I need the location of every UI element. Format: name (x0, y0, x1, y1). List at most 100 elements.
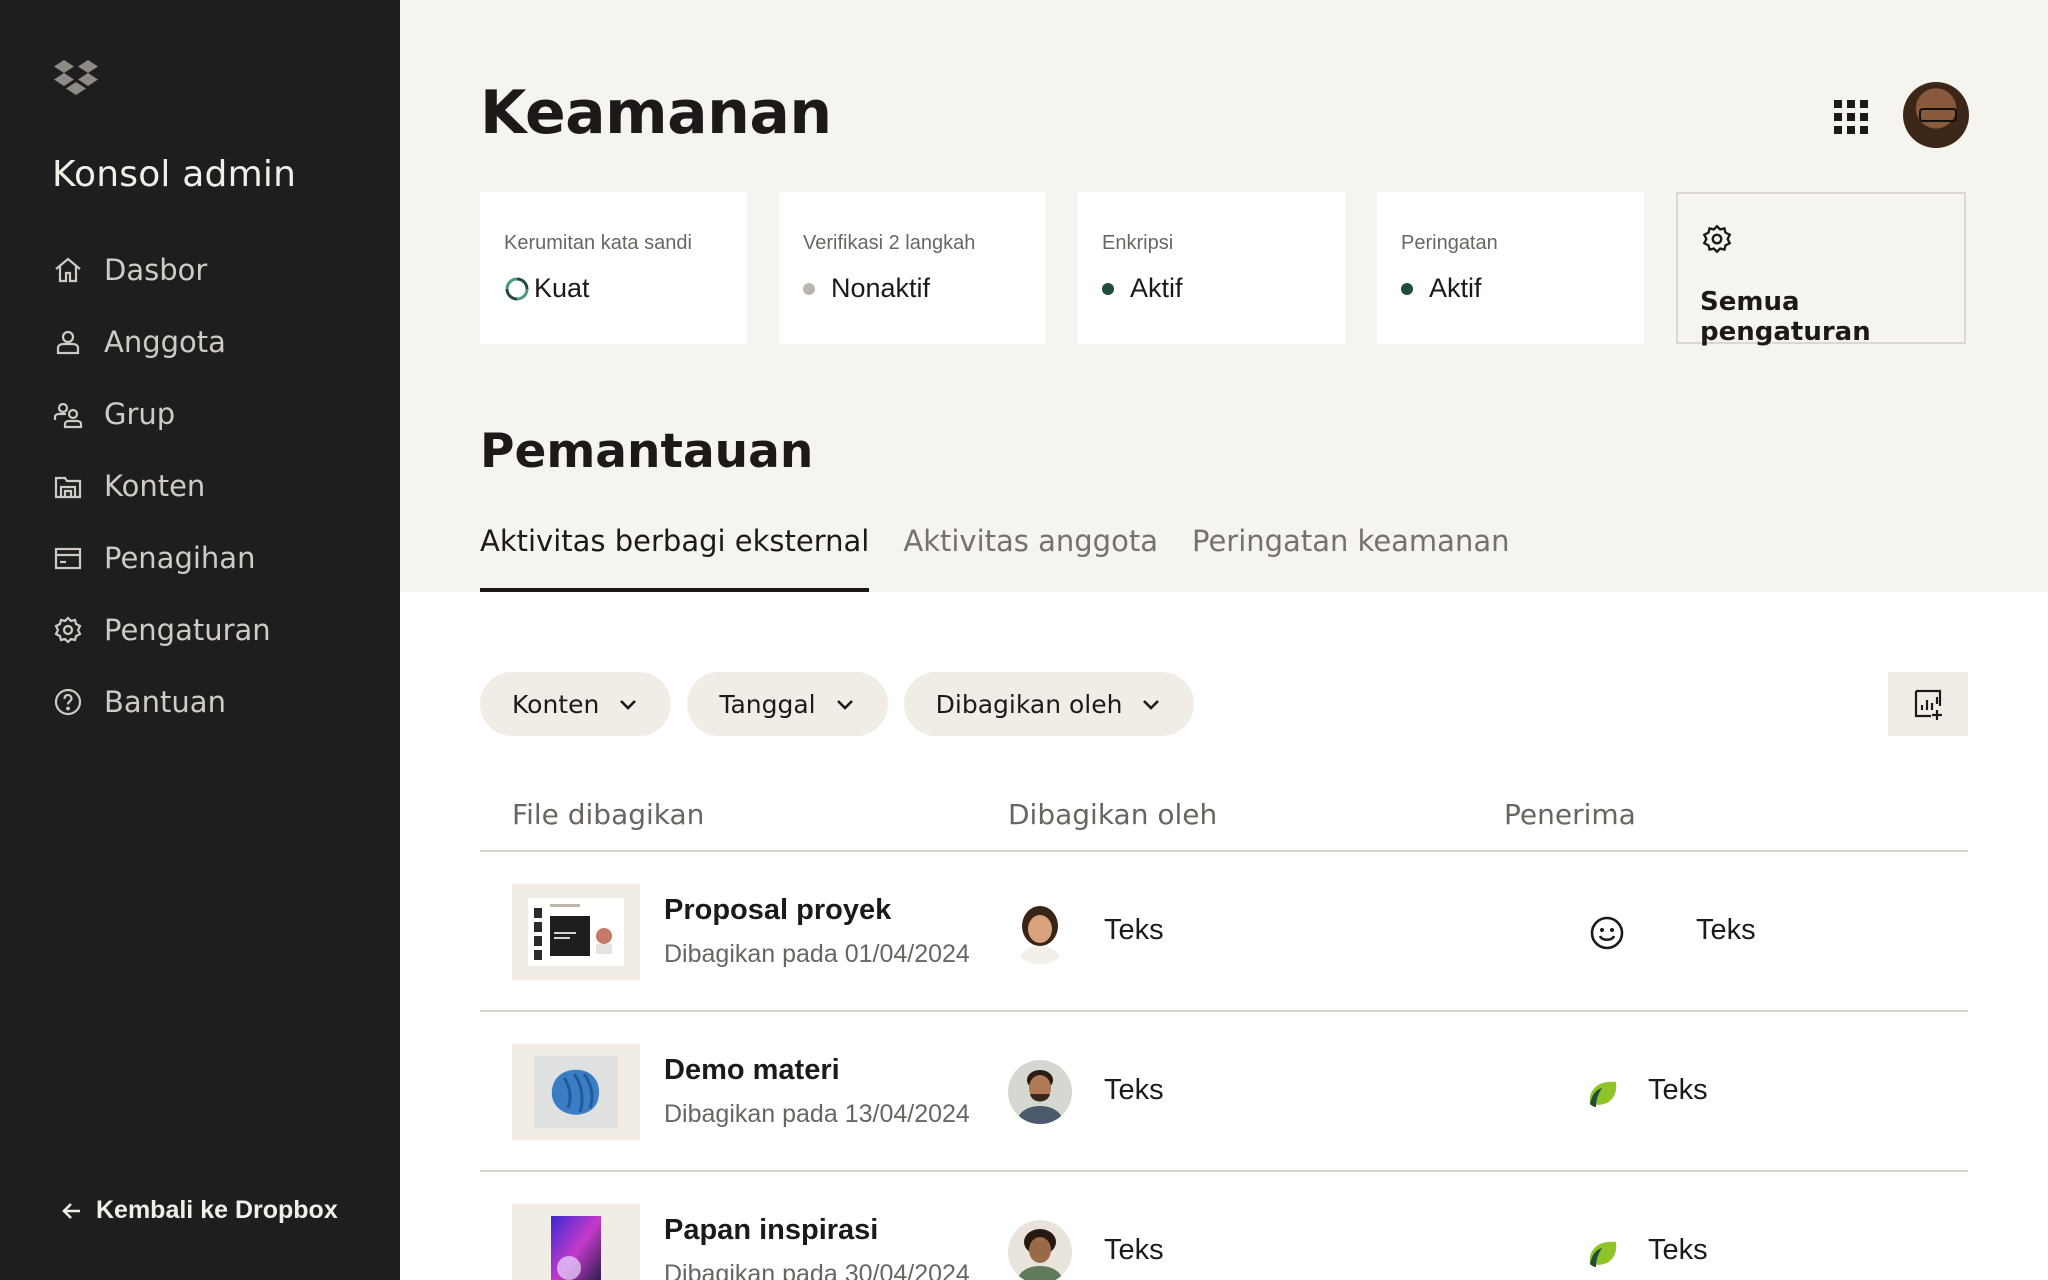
console-title: Konsol admin (52, 154, 297, 195)
sidebar-item-bantuan[interactable]: Bantuan (52, 666, 271, 738)
sidebar-item-dasbor[interactable]: Dasbor (52, 234, 271, 306)
sidebar-item-label: Bantuan (104, 685, 226, 719)
card-value: Aktif (1429, 273, 1482, 303)
file-thumbnail[interactable] (512, 1204, 640, 1280)
user-avatar[interactable] (1903, 82, 1969, 148)
filter-bar: Konten Tanggal Dibagikan oleh (480, 672, 1195, 736)
moodboard-thumbnail-icon (551, 1216, 601, 1280)
chevron-down-icon (1143, 700, 1160, 710)
home-icon (55, 257, 81, 283)
table-header: File dibagikan Dibagikan oleh Penerima (480, 780, 1968, 852)
page-title: Keamanan (480, 78, 832, 148)
tab-security-alerts[interactable]: Peringatan keamanan (1192, 520, 1510, 592)
status-dot-active (1401, 282, 1413, 295)
smiley-icon (1590, 916, 1624, 950)
sharer-name: Teks (1104, 1234, 1164, 1266)
sharer-name: Teks (1104, 914, 1164, 946)
sidebar-item-anggota[interactable]: Anggota (52, 306, 271, 378)
dropbox-logo-icon[interactable] (52, 56, 100, 104)
sharer-name: Teks (1104, 1074, 1164, 1106)
sculpture-thumbnail-icon (534, 1056, 618, 1128)
leaf-icon (1589, 1241, 1617, 1267)
section-title: Pemantauan (480, 424, 814, 479)
recipient-name: Teks (1696, 914, 1756, 946)
all-settings-label: Semua pengaturan (1700, 287, 1871, 347)
sidebar-item-penagihan[interactable]: Penagihan (52, 522, 271, 594)
help-icon (54, 688, 82, 716)
card-encryption[interactable]: Enkripsi Aktif (1078, 192, 1345, 344)
sidebar-item-label: Dasbor (104, 253, 208, 287)
filter-label: Dibagikan oleh (935, 689, 1123, 719)
card-two-step[interactable]: Verifikasi 2 langkah Nonaktif (779, 192, 1046, 344)
column-header-shared-by[interactable]: Dibagikan oleh (1008, 798, 1217, 831)
card-label: Enkripsi (1102, 232, 1174, 254)
table-row[interactable]: Proposal proyek Dibagikan pada 01/04/202… (480, 852, 1968, 1012)
sidebar-item-label: Pengaturan (104, 613, 271, 647)
file-name[interactable]: Proposal proyek (664, 894, 891, 927)
tab-external-sharing[interactable]: Aktivitas berbagi eksternal (480, 520, 870, 592)
card-password-strength[interactable]: Kerumitan kata sandi Kuat (480, 192, 747, 344)
strength-ring-icon (505, 277, 529, 300)
filter-content[interactable]: Konten (480, 672, 672, 736)
chevron-down-icon (620, 700, 637, 710)
sidebar-nav: Dasbor Anggota Grup Konten Penagihan Pen… (52, 234, 271, 738)
main-content: Keamanan Kerumitan kata sandi Kuat Verif… (400, 0, 2048, 1280)
leaf-icon (1589, 1081, 1617, 1107)
file-thumbnail[interactable] (512, 1044, 640, 1140)
filter-label: Konten (512, 689, 600, 719)
status-dot-inactive (803, 282, 815, 295)
file-shared-date: Dibagikan pada 01/04/2024 (664, 940, 970, 968)
sidebar-item-label: Grup (104, 397, 176, 431)
card-label: Peringatan (1401, 232, 1498, 254)
create-report-button[interactable] (1888, 672, 1968, 736)
billing-icon (54, 547, 82, 570)
file-shared-date: Dibagikan pada 30/04/2024 (664, 1260, 970, 1280)
sharing-table: File dibagikan Dibagikan oleh Penerima P… (480, 780, 1968, 1280)
column-header-file[interactable]: File dibagikan (512, 798, 704, 831)
status-dot-active (1102, 282, 1114, 295)
chevron-down-icon (836, 700, 853, 710)
file-shared-date: Dibagikan pada 13/04/2024 (664, 1100, 970, 1128)
recipient-name: Teks (1648, 1074, 1708, 1106)
filter-shared-by[interactable]: Dibagikan oleh (903, 672, 1195, 736)
sharer-avatar (1008, 1220, 1072, 1280)
sidebar-item-label: Anggota (104, 325, 226, 359)
back-to-dropbox-link[interactable]: Kembali ke Dropbox (60, 1196, 338, 1225)
gear-icon (54, 616, 82, 644)
card-label: Kerumitan kata sandi (504, 232, 692, 254)
arrow-left-icon (62, 1202, 80, 1219)
column-header-recipient[interactable]: Penerima (1504, 798, 1636, 831)
folder-icon (54, 476, 82, 499)
presentation-thumbnail-icon (528, 898, 624, 966)
back-label: Kembali ke Dropbox (96, 1196, 338, 1224)
sidebar-item-pengaturan[interactable]: Pengaturan (52, 594, 271, 666)
tab-member-activity[interactable]: Aktivitas anggota (903, 520, 1158, 592)
card-alerts[interactable]: Peringatan Aktif (1377, 192, 1644, 344)
group-icon (53, 402, 83, 429)
table-row[interactable]: Demo materi Dibagikan pada 13/04/2024 Te… (480, 1012, 1968, 1172)
file-name[interactable]: Demo materi (664, 1054, 840, 1087)
gear-icon (1702, 224, 1732, 254)
sharer-avatar (1008, 900, 1072, 964)
filter-date[interactable]: Tanggal (687, 672, 888, 736)
table-row[interactable]: Papan inspirasi Dibagikan pada 30/04/202… (480, 1172, 1968, 1280)
sidebar-item-label: Penagihan (104, 541, 256, 575)
card-value: Nonaktif (831, 273, 931, 303)
chart-add-icon (1914, 689, 1942, 720)
security-status-cards: Kerumitan kata sandi Kuat Verifikasi 2 l… (480, 192, 1966, 347)
sidebar-item-konten[interactable]: Konten (52, 450, 271, 522)
all-settings-button[interactable]: Semua pengaturan (1676, 192, 1966, 347)
card-value: Kuat (534, 273, 590, 303)
file-name[interactable]: Papan inspirasi (664, 1214, 878, 1247)
sidebar-item-grup[interactable]: Grup (52, 378, 271, 450)
app-grid-icon[interactable] (1834, 100, 1868, 134)
file-thumbnail[interactable] (512, 884, 640, 980)
sidebar-item-label: Konten (104, 469, 206, 503)
filter-label: Tanggal (719, 689, 816, 719)
card-value: Aktif (1130, 273, 1183, 303)
sharer-avatar (1008, 1060, 1072, 1124)
recipient-name: Teks (1648, 1234, 1708, 1266)
sidebar: Konsol admin Dasbor Anggota Grup Konten … (0, 0, 400, 1280)
monitoring-tabs: Aktivitas berbagi eksternal Aktivitas an… (480, 520, 1509, 592)
card-label: Verifikasi 2 langkah (803, 232, 976, 254)
